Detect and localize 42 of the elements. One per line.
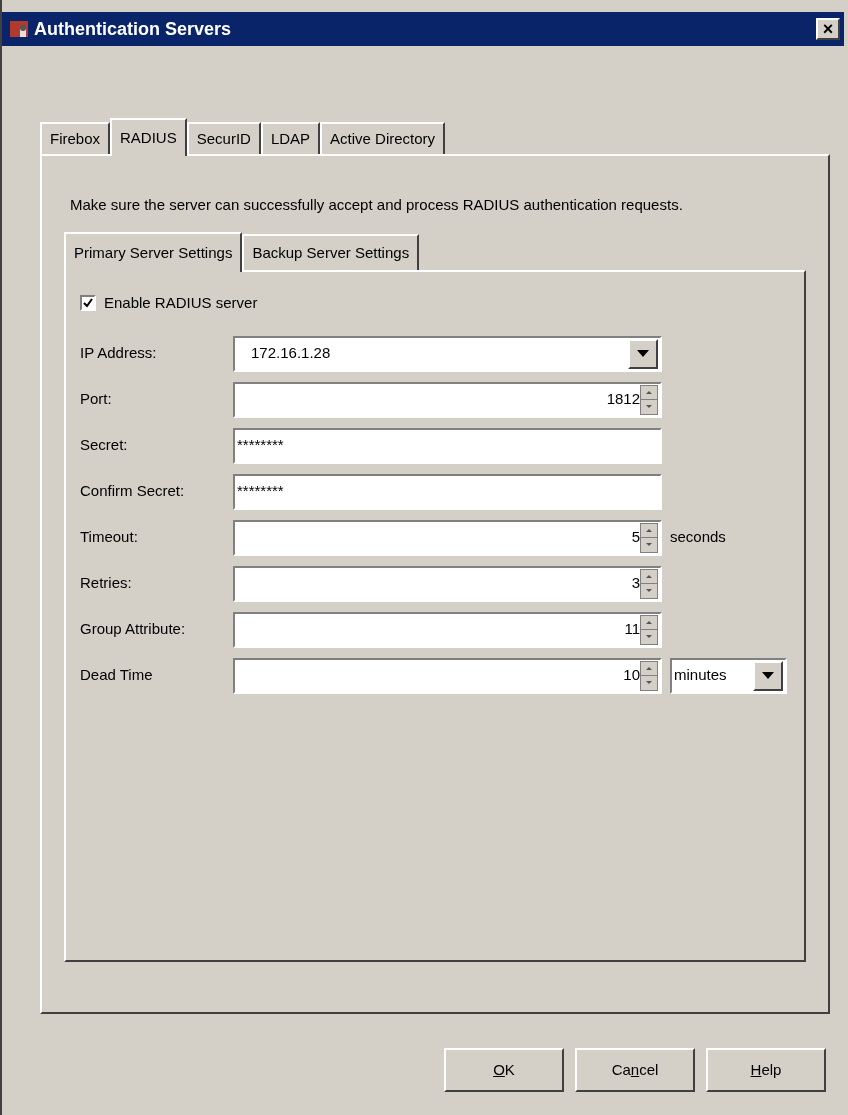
spinner-buttons[interactable]: [640, 660, 658, 691]
spinner-buttons[interactable]: [640, 614, 658, 645]
ip-address-dropdown[interactable]: 172.16.1.28: [233, 335, 662, 372]
check-icon: [83, 298, 93, 309]
close-button[interactable]: ×: [816, 18, 840, 40]
field-label: Port:: [80, 389, 113, 410]
dropdown-arrow-icon: [762, 672, 774, 679]
window-title: Authentication Servers: [34, 17, 233, 41]
password-field[interactable]: ********: [233, 427, 662, 464]
checkbox[interactable]: [80, 295, 96, 312]
spinner-buttons[interactable]: [640, 384, 658, 415]
spinner-field[interactable]: 1812: [233, 381, 662, 418]
tab[interactable]: RADIUS: [110, 118, 187, 156]
spinner-buttons[interactable]: [640, 522, 658, 553]
dialog-button[interactable]: Cancel: [575, 1048, 695, 1092]
spinner-field[interactable]: 5: [233, 519, 662, 556]
tab[interactable]: Backup Server Settings: [242, 234, 420, 270]
field-label: Confirm Secret:: [80, 481, 186, 502]
tab[interactable]: Firebox: [40, 122, 111, 154]
spinner-buttons[interactable]: [640, 568, 658, 599]
checkbox-label: Enable RADIUS server: [104, 293, 258, 313]
spinner-field[interactable]: 11: [233, 611, 662, 648]
unit-label: seconds: [670, 527, 726, 548]
field-label: IP Address:: [80, 343, 158, 364]
spinner-field[interactable]: 10: [233, 657, 662, 694]
dialog-button[interactable]: OK: [444, 1048, 564, 1092]
app-icon: [10, 19, 30, 39]
tab[interactable]: Active Directory: [320, 122, 446, 154]
unit-dropdown[interactable]: minutes: [670, 657, 787, 694]
tab[interactable]: SecurID: [186, 122, 261, 154]
field-label: Secret:: [80, 435, 129, 456]
password-field[interactable]: ********: [233, 473, 662, 510]
field-label: Dead Time: [80, 665, 154, 686]
description-text: Make sure the server can successfully accept and process RADIUS authentication requests.: [69, 195, 684, 215]
field-label: Timeout:: [80, 527, 139, 548]
field-label: Group Attribute:: [80, 619, 187, 640]
dialog-button[interactable]: Help: [706, 1048, 826, 1092]
dropdown-arrow-icon: [637, 350, 649, 357]
spinner-field[interactable]: 3: [233, 565, 662, 602]
tab[interactable]: LDAP: [260, 122, 321, 154]
field-label: Retries:: [80, 573, 133, 594]
tab[interactable]: Primary Server Settings: [64, 232, 243, 272]
